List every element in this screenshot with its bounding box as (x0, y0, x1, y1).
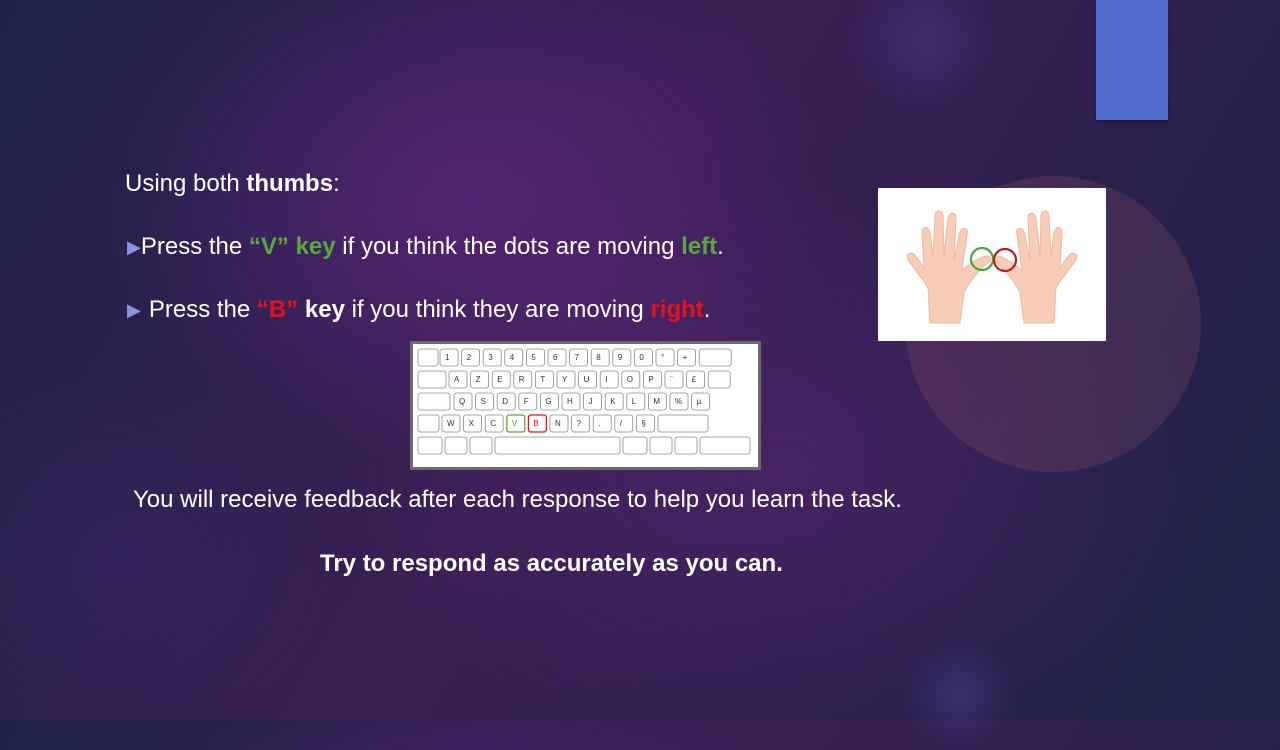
keyboard-key-label: Q (459, 397, 465, 406)
keyboard-key-label: J (589, 397, 593, 406)
keyboard-key-label: N (555, 419, 561, 428)
keyboard-key (417, 370, 447, 389)
keyboard-key-label: E (497, 375, 502, 384)
keyboard-key-label: S (481, 397, 486, 406)
keyboard-key-label: H (567, 397, 573, 406)
intro-bold: thumbs (246, 170, 334, 197)
keyboard-key (622, 436, 648, 455)
intro-text: Using both (125, 170, 247, 197)
keyboard-key (699, 436, 751, 455)
keyboard-key (444, 436, 468, 455)
keyboard-key-label: R (519, 375, 525, 384)
keyboard-key-label: 8 (596, 353, 601, 362)
keyboard-key (655, 348, 675, 367)
keyboard-key-label: 2 (467, 353, 472, 362)
b-key-word: key (298, 296, 345, 323)
keyboard-key-label: C (490, 419, 496, 428)
keyboard-key (707, 370, 731, 389)
keyboard-key (698, 348, 732, 367)
keyboard-key (599, 370, 619, 389)
keyboard-key (649, 436, 673, 455)
bullet-right-end: . (703, 296, 711, 323)
keyboard-key (614, 414, 634, 433)
keyboard-key-label: B (533, 419, 538, 428)
keyboard-key (469, 436, 493, 455)
keyboard-key-label: T (540, 375, 545, 384)
background-bokeh (900, 640, 1020, 750)
intro-line: Using both thumbs: (125, 169, 340, 199)
keyboard-key-label: . (598, 419, 600, 428)
keyboard-key-label: 0 (639, 353, 644, 362)
keyboard-image: 1 2 3 4 5 6 7 8 9 0 ° + A Z E R T Y U I O P ¨ £ Q S D F G H J K L M% µ W X C V… (410, 341, 761, 470)
keyboard-key-label: V (512, 419, 518, 428)
keyboard-key-label: D (502, 397, 508, 406)
keyboard-key (417, 414, 440, 433)
keyboard-key (664, 370, 684, 389)
keyboard-key-label: M (653, 397, 660, 406)
accent-bar (1096, 0, 1168, 120)
keyboard-key-label: ¨ (670, 375, 673, 384)
bullet-triangle-icon: ▶ (127, 300, 141, 320)
feedback-text: You will receive feedback after each res… (133, 486, 902, 513)
keyboard-key-label: 1 (445, 353, 450, 362)
bullet-right-mid: if you think they are moving (344, 296, 651, 323)
background-bokeh (840, 0, 1010, 110)
keyboard-key-label: 6 (553, 353, 558, 362)
keyboard-key-label: L (632, 397, 637, 406)
hands-thumbs-image (878, 188, 1106, 341)
spacebar (494, 436, 621, 455)
keyboard-key-label: % (675, 397, 682, 406)
b-key-label: “B” (256, 296, 299, 323)
keyboard-key-label: 7 (575, 353, 580, 362)
keyboard-key-label: ? (577, 419, 582, 428)
bullet-right-pre: Press the (148, 296, 257, 323)
keyboard-key-label: µ (697, 397, 702, 406)
v-key-label: “V” key (248, 233, 336, 260)
keyboard-key-label: Y (562, 375, 568, 384)
keyboard-key-label: P (648, 375, 653, 384)
keyboard-key-label: G (545, 397, 551, 406)
keyboard-key-label: K (610, 397, 616, 406)
bullet-left: ▶Press the “V” key if you think the dots… (127, 232, 724, 262)
keyboard-key-label: 3 (488, 353, 493, 362)
bullet-left-end: . (717, 233, 724, 260)
keyboard-key-label: X (469, 419, 475, 428)
keyboard-key-label: ° (661, 353, 664, 362)
keyboard-key-label: F (524, 397, 529, 406)
keyboard-key-label: £ (692, 375, 697, 384)
keyboard-key (674, 436, 698, 455)
keyboard-key (417, 348, 439, 367)
keyboard-key-label: A (454, 375, 460, 384)
keyboard-layout: 1 2 3 4 5 6 7 8 9 0 ° + A Z E R T Y U I O P ¨ £ Q S D F G H J K L M% µ W X C V… (417, 348, 751, 455)
keyboard-key-label: I (605, 375, 607, 384)
keyboard-key (417, 436, 443, 455)
keyboard-key-label: O (627, 375, 633, 384)
keyboard-key-label: 9 (618, 353, 623, 362)
direction-left: left (681, 233, 718, 260)
keyboard-key-label: § (641, 419, 645, 428)
keyboard-key-label: 4 (510, 353, 515, 362)
accuracy-text: Try to respond as accurately as you can. (320, 550, 783, 577)
keyboard-key-label: 5 (531, 353, 536, 362)
keyboard-key-label: W (447, 419, 455, 428)
keyboard-key (657, 414, 709, 433)
keyboard-key-label: U (584, 375, 590, 384)
keyboard-key (417, 392, 451, 411)
bullet-right: ▶ Press the “B” key if you think they are… (127, 295, 710, 325)
bullet-left-mid: if you think the dots are moving (335, 233, 682, 260)
keyboard-key-label: + (683, 353, 688, 362)
intro-end: : (333, 170, 340, 197)
keyboard-key (592, 414, 612, 433)
bullet-left-pre: Press the (140, 233, 249, 260)
direction-right: right (650, 296, 704, 323)
keyboard-key-label: Z (476, 375, 481, 384)
bullet-triangle-icon: ▶ (127, 237, 141, 257)
